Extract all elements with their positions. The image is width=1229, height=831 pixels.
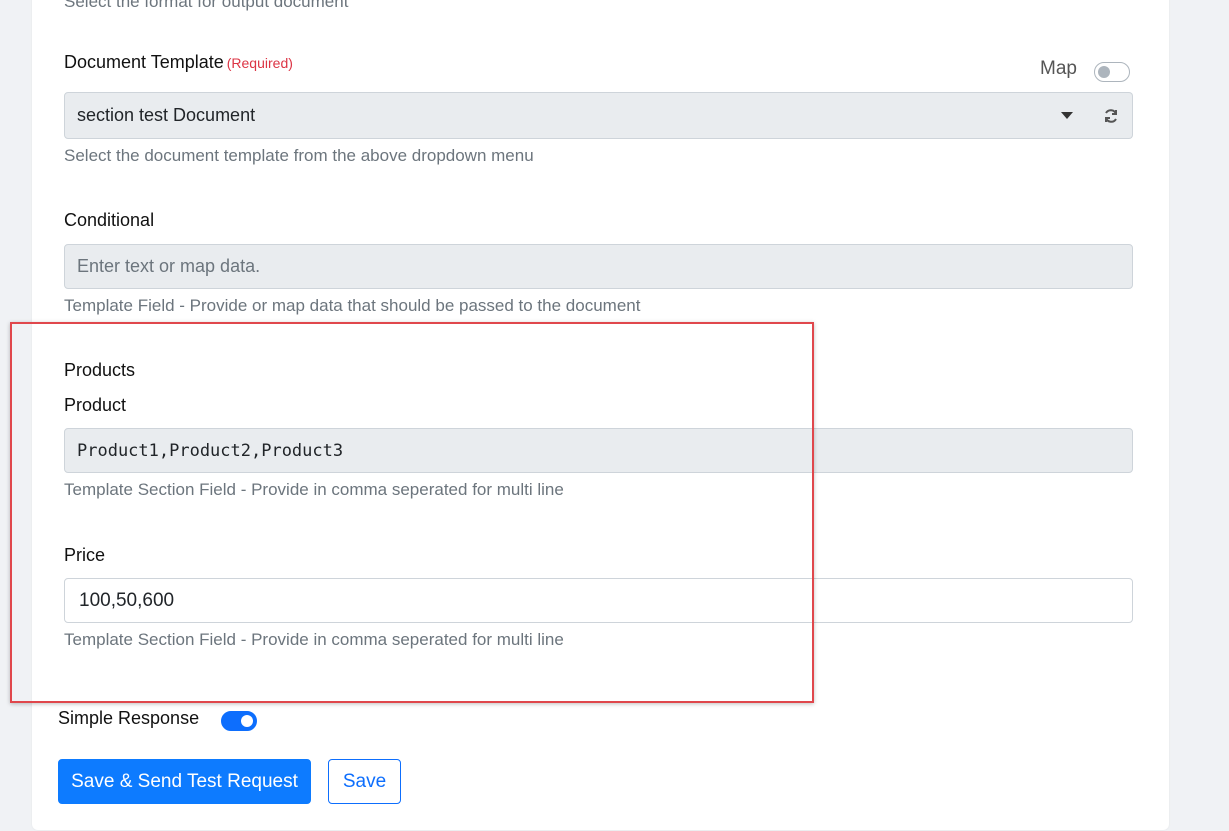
conditional-help: Template Field - Provide or map data tha…: [64, 296, 641, 315]
document-template-select[interactable]: section test Document: [64, 92, 1090, 139]
simple-response-toggle-knob: [241, 715, 253, 727]
save-send-test-button[interactable]: Save & Send Test Request: [58, 759, 311, 804]
map-label: Map: [1040, 58, 1077, 79]
save-button[interactable]: Save: [328, 759, 401, 804]
highlight-box: [10, 322, 814, 703]
document-template-label-text: Document Template: [64, 52, 224, 72]
simple-response-label: Simple Response: [58, 708, 200, 728]
conditional-label: Conditional: [64, 210, 155, 230]
conditional-placeholder: Enter text or map data.: [77, 256, 261, 276]
chevron-down-icon: [1061, 112, 1073, 119]
document-template-label: Document Template (Required): [64, 52, 293, 73]
map-toggle[interactable]: [1094, 62, 1130, 82]
refresh-icon: [1104, 108, 1117, 123]
required-marker: (Required): [226, 55, 293, 71]
conditional-input[interactable]: Enter text or map data.: [64, 244, 1133, 289]
document-template-selected: section test Document: [77, 105, 256, 125]
refresh-button[interactable]: [1089, 92, 1133, 139]
map-toggle-knob: [1098, 66, 1110, 78]
simple-response-toggle[interactable]: [221, 711, 257, 731]
document-template-help: Select the document template from the ab…: [64, 146, 534, 165]
output-format-help: Select the format for output document: [64, 0, 349, 11]
